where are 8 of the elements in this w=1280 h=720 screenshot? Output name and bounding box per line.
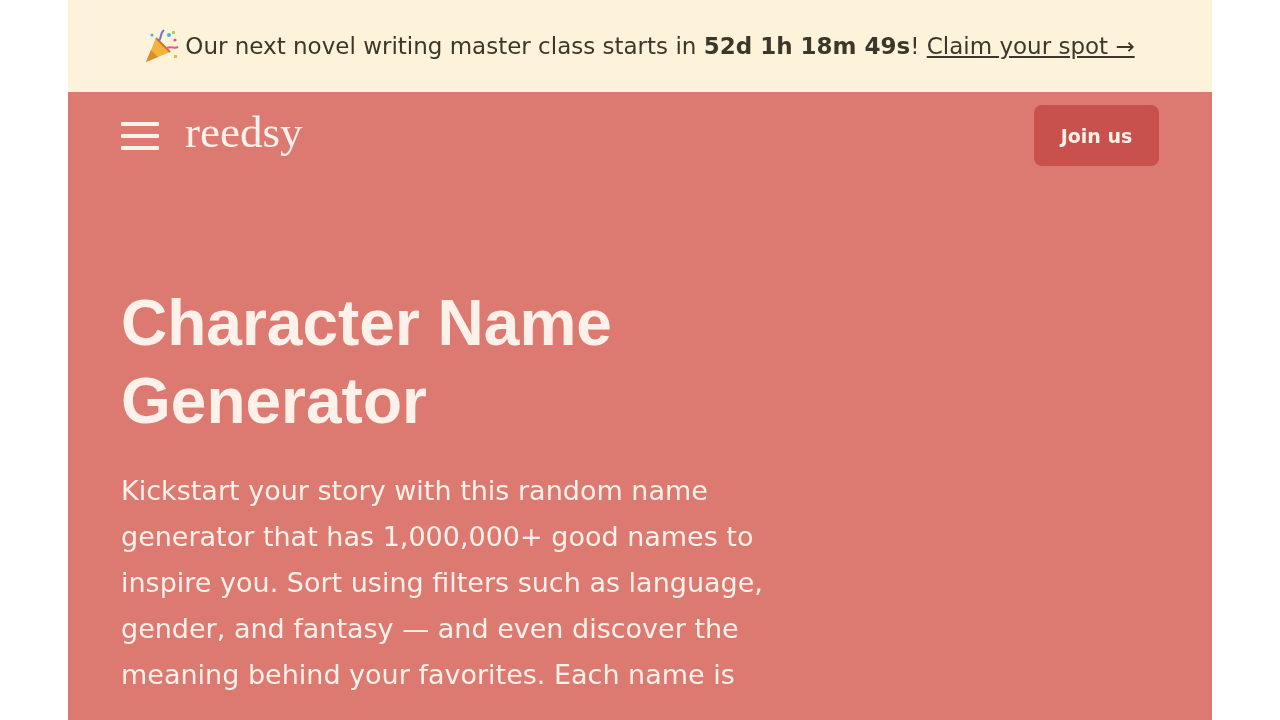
logo[interactable]: reedsy (185, 110, 303, 155)
party-popper-icon (145, 29, 180, 63)
description-text: Kickstart your story with this random name generator that has 1,000,000+ good names to inspire you. Sort using filters such as language, gender, and fantasy — and even discover the meaning behind your favorites. Each name is (121, 474, 764, 692)
page-title: Character Name Generator (121, 286, 613, 439)
join-button[interactable]: Join us (1034, 105, 1159, 166)
claim-spot-link[interactable]: Claim your spot → (926, 33, 1135, 59)
menu-icon[interactable] (121, 121, 159, 150)
announcement-text: Our next novel writing master class starts in 52d 1h 18m 49s! Claim your spot → (185, 33, 1135, 59)
